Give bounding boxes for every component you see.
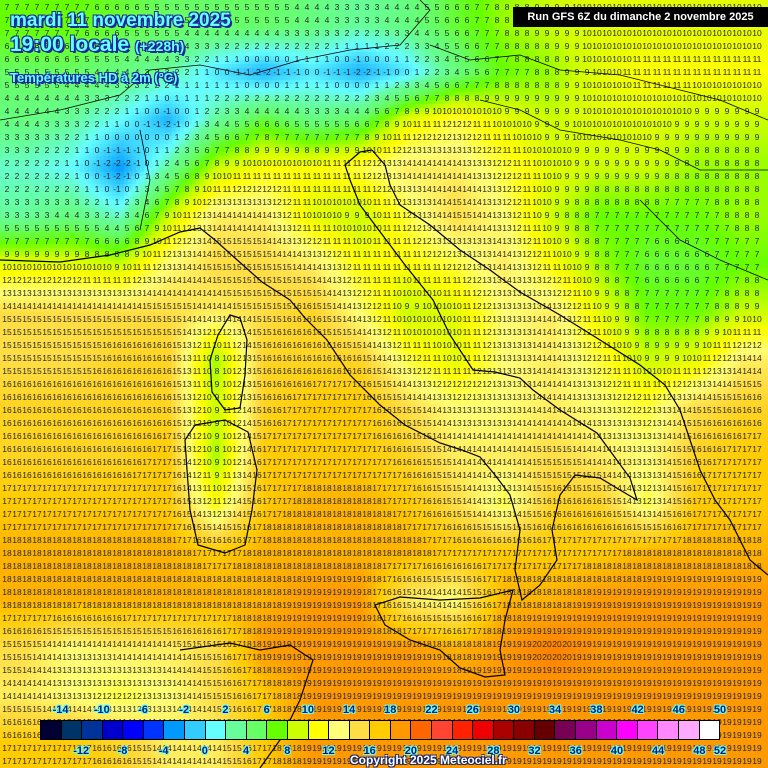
legend-color-cell [143,721,165,739]
legend-top-label: 34 [549,704,561,716]
legend-bottom-label: 40 [611,745,623,757]
legend-color-cell [555,721,577,739]
legend-color-cell [617,721,638,739]
parameter-title: Températures HD à 2m (°C) [10,70,178,85]
legend-color-cell [473,721,494,739]
legend-top-label: 26 [467,704,479,716]
legend-top-label: 42 [631,704,643,716]
legend-color-cell [226,721,247,739]
legend-top-label: 22 [425,704,437,716]
legend-top-label: 14 [343,704,355,716]
model-run-label: Run GFS 6Z du dimanche 2 novembre 2025 [513,7,768,27]
legend-color-cell [514,721,535,739]
legend-top-label: -10 [94,704,110,716]
legend-top-label: 10 [302,704,314,716]
legend-color-cell [164,721,186,739]
legend-bottom-label: 0 [202,745,208,757]
color-scale-legend [40,720,720,740]
legend-top-label: -2 [179,704,189,716]
legend-top-label: 18 [384,704,396,716]
legend-color-cell [370,721,391,739]
legend-color-cell [493,721,515,739]
legend-bottom-label: 8 [284,745,290,757]
legend-color-cell [658,721,679,739]
coastlines [0,0,768,768]
legend-top-label: 2 [222,704,228,716]
legend-color-cell [452,721,474,739]
legend-color-cell [534,721,556,739]
legend-color-cell [61,721,83,739]
legend-color-cell [267,721,288,739]
legend-bottom-label: -8 [118,745,128,757]
sardinia-coastline [184,419,258,554]
legend-color-cell [596,721,618,739]
sicily-coastline [374,589,514,678]
legend-top-label: 50 [714,704,726,716]
legend-color-cell [390,721,412,739]
legend-color-cell [411,721,432,739]
legend-top-label: 30 [508,704,520,716]
legend-bottom-label: 52 [714,745,726,757]
legend-top-label: -6 [138,704,148,716]
local-time: 19:00 locale [10,33,129,56]
legend-color-cell [678,721,700,739]
legend-bottom-label: 44 [652,745,664,757]
legend-color-cell [308,721,330,739]
legend-color-cell [82,721,103,739]
legend-color-cell [102,721,124,739]
legend-color-cell [123,721,144,739]
copyright: Copyright 2025 Meteociel.fr [350,753,507,767]
legend-color-cell [41,721,62,739]
legend-color-cell [431,721,453,739]
legend-color-cell [246,721,268,739]
legend-top-label: -14 [53,704,69,716]
legend-color-cell [287,721,309,739]
legend-color-cell [329,721,350,739]
legend-bottom-label: 36 [570,745,582,757]
legend-color-cell [637,721,659,739]
forecast-time: 19:00 locale (+228h) [10,33,184,57]
italy-coastline [0,149,639,602]
legend-color-cell [576,721,597,739]
legend-bottom-label: -4 [159,745,169,757]
corsica-coastline [209,314,248,411]
legend-top-label: 38 [590,704,602,716]
forecast-date: mardi 11 novembre 2025 [10,10,231,32]
legend-bottom-label: 4 [243,745,249,757]
legend-bottom-label: -12 [73,745,89,757]
legend-top-label: 6 [264,704,270,716]
legend-color-cell [699,721,720,739]
legend-bottom-label: 32 [528,745,540,757]
legend-bottom-label: 12 [322,745,334,757]
legend-color-cell [205,721,227,739]
legend-color-cell [349,721,371,739]
legend-color-cell [185,721,206,739]
balkan-coastline [371,149,768,576]
legend-bottom-label: 48 [693,745,705,757]
lead-time: (+228h) [135,38,184,54]
legend-top-label: 46 [673,704,685,716]
